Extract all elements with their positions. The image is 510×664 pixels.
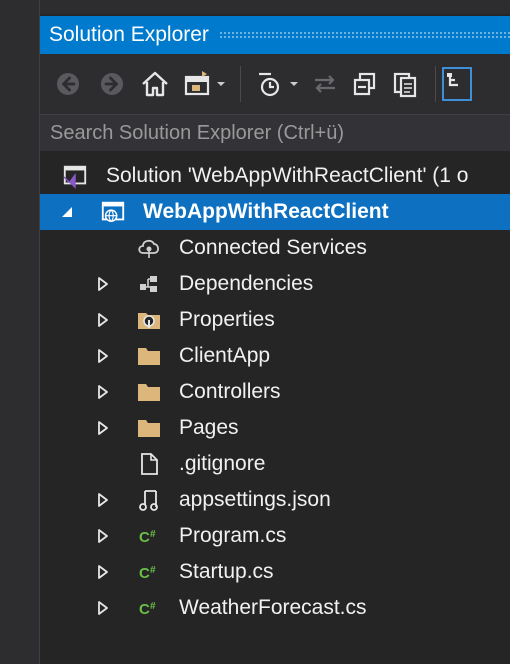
panel-title: Solution Explorer bbox=[49, 23, 209, 46]
search-box[interactable] bbox=[40, 114, 510, 152]
tree-item-label: Pages bbox=[179, 416, 239, 439]
pending-changes-filter-icon bbox=[255, 69, 285, 99]
properties-folder-icon bbox=[136, 307, 162, 333]
tree-item-program-cs[interactable]: C # Program.cs bbox=[40, 518, 510, 554]
collapsed-triangle-icon[interactable] bbox=[96, 601, 110, 615]
collapsed-triangle-icon[interactable] bbox=[96, 277, 110, 291]
panel-titlebar[interactable]: Solution Explorer bbox=[40, 16, 510, 54]
show-all-files-icon bbox=[391, 70, 419, 98]
editor-gutter bbox=[0, 0, 39, 664]
switch-views-icon bbox=[182, 69, 212, 99]
tree-item-label: WebAppWithReactClient bbox=[143, 200, 389, 223]
connected-services-icon bbox=[136, 235, 162, 261]
expanded-triangle-icon[interactable] bbox=[60, 205, 74, 219]
solution-explorer-panel: Solution Explorer Search Solution Explor… bbox=[40, 14, 510, 664]
show-all-files-button[interactable] bbox=[385, 64, 425, 104]
top-strip bbox=[40, 0, 510, 14]
svg-text:#: # bbox=[150, 529, 156, 540]
collapsed-triangle-icon[interactable] bbox=[96, 529, 110, 543]
tree-item-connected-services[interactable]: Connected Services bbox=[40, 230, 510, 266]
tree-item-label: Startup.cs bbox=[179, 560, 274, 583]
sync-with-active-document-button[interactable] bbox=[305, 64, 345, 104]
tree-item-gitignore[interactable]: .gitignore bbox=[40, 446, 510, 482]
pending-changes-filter-button[interactable] bbox=[249, 64, 305, 104]
folder-icon bbox=[136, 415, 162, 441]
json-file-icon bbox=[136, 487, 162, 513]
tree-item-project[interactable]: WebAppWithReactClient bbox=[40, 194, 510, 230]
solution-tree: Solution 'WebAppWithReactClient' (1 o We… bbox=[40, 158, 510, 626]
tree-item-properties[interactable]: Properties bbox=[40, 302, 510, 338]
toolbar bbox=[40, 54, 510, 114]
collapsed-triangle-icon[interactable] bbox=[96, 493, 110, 507]
sync-with-active-document-icon bbox=[311, 70, 339, 98]
tree-item-label: ClientApp bbox=[179, 344, 271, 367]
web-project-icon bbox=[100, 199, 126, 225]
tree-item-label: .gitignore bbox=[179, 452, 266, 475]
solution-icon bbox=[62, 163, 88, 189]
toolbar-separator bbox=[240, 66, 241, 102]
properties-icon bbox=[442, 67, 472, 101]
collapse-all-button[interactable] bbox=[345, 64, 385, 104]
csharp-file-icon: C # bbox=[136, 595, 162, 621]
back-button[interactable] bbox=[46, 64, 90, 104]
back-arrow-icon bbox=[55, 71, 81, 97]
tree-item-solution[interactable]: Solution 'WebAppWithReactClient' (1 o bbox=[40, 158, 510, 194]
chevron-down-icon[interactable] bbox=[216, 80, 226, 88]
tree-item-label: Program.cs bbox=[179, 524, 287, 547]
svg-text:C: C bbox=[139, 601, 150, 618]
collapsed-triangle-icon[interactable] bbox=[96, 421, 110, 435]
svg-text:#: # bbox=[150, 565, 156, 576]
collapsed-triangle-icon[interactable] bbox=[96, 565, 110, 579]
tree-item-startup-cs[interactable]: C # Startup.cs bbox=[40, 554, 510, 590]
csharp-file-icon: C # bbox=[136, 523, 162, 549]
tree-item-label: Dependencies bbox=[179, 272, 314, 295]
dependencies-icon bbox=[136, 271, 162, 297]
collapse-all-icon bbox=[351, 70, 379, 98]
file-icon bbox=[136, 451, 162, 477]
collapsed-triangle-icon[interactable] bbox=[96, 313, 110, 327]
tree-item-label: Connected Services bbox=[179, 236, 367, 259]
tree-item-label: Properties bbox=[179, 308, 275, 331]
tree-item-clientapp[interactable]: ClientApp bbox=[40, 338, 510, 374]
search-input[interactable] bbox=[40, 114, 510, 152]
toolbar-separator bbox=[435, 66, 436, 102]
properties-button[interactable] bbox=[442, 64, 476, 104]
forward-arrow-icon bbox=[99, 71, 125, 97]
tree-item-label: appsettings.json bbox=[179, 488, 331, 511]
tree-item-label: Controllers bbox=[179, 380, 281, 403]
svg-text:C: C bbox=[139, 529, 150, 546]
collapsed-triangle-icon[interactable] bbox=[96, 349, 110, 363]
forward-button[interactable] bbox=[90, 64, 134, 104]
tree-item-pages[interactable]: Pages bbox=[40, 410, 510, 446]
titlebar-grip bbox=[218, 31, 510, 39]
tree-item-weatherforecast-cs[interactable]: C # WeatherForecast.cs bbox=[40, 590, 510, 626]
home-icon bbox=[140, 69, 170, 99]
tree-item-dependencies[interactable]: Dependencies bbox=[40, 266, 510, 302]
svg-text:#: # bbox=[150, 601, 156, 612]
folder-icon bbox=[136, 379, 162, 405]
tree-item-label: WeatherForecast.cs bbox=[179, 596, 367, 619]
tree-item-label: Solution 'WebAppWithReactClient' (1 o bbox=[106, 164, 469, 187]
chevron-down-icon[interactable] bbox=[289, 80, 299, 88]
switch-views-button[interactable] bbox=[176, 64, 232, 104]
tree-item-controllers[interactable]: Controllers bbox=[40, 374, 510, 410]
csharp-file-icon: C # bbox=[136, 559, 162, 585]
svg-text:C: C bbox=[139, 565, 150, 582]
home-button[interactable] bbox=[134, 64, 176, 104]
tree-item-appsettings-json[interactable]: appsettings.json bbox=[40, 482, 510, 518]
collapsed-triangle-icon[interactable] bbox=[96, 385, 110, 399]
folder-icon bbox=[136, 343, 162, 369]
